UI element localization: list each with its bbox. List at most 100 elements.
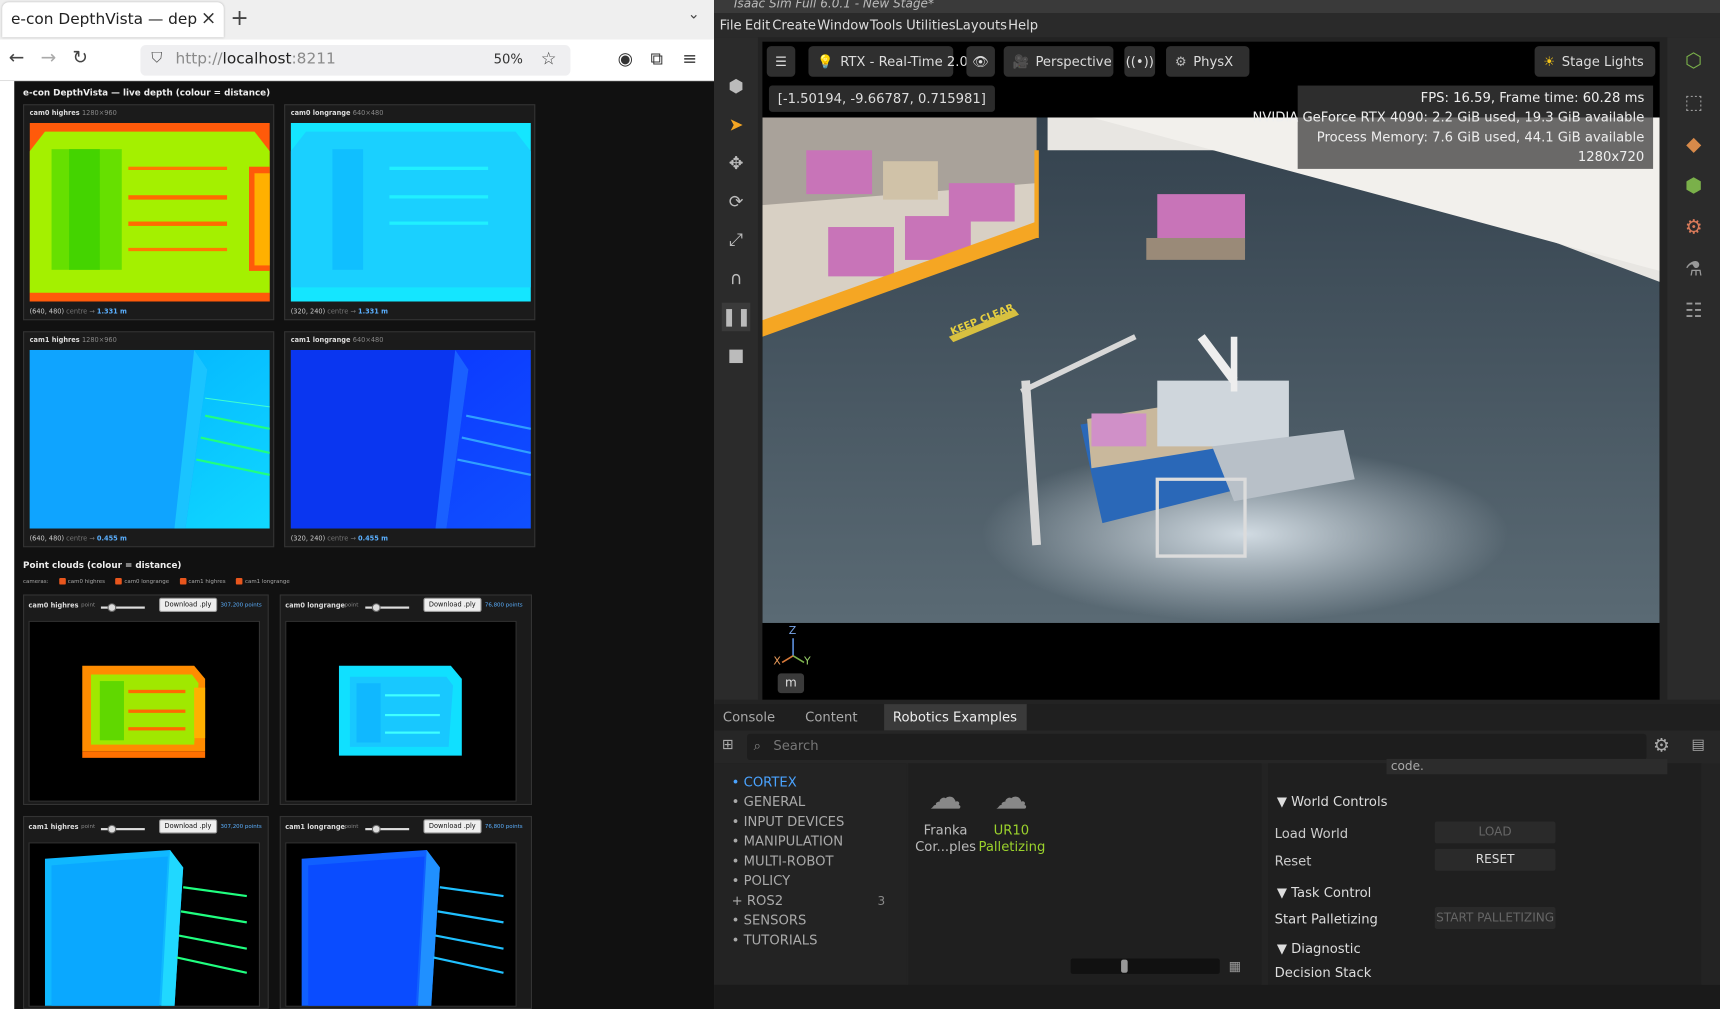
zoom-level[interactable]: 50% bbox=[494, 52, 523, 67]
extensions-icon[interactable]: ⧉ bbox=[650, 48, 663, 70]
menu-create[interactable]: Create bbox=[772, 18, 816, 33]
download-ply-button[interactable]: Download .ply bbox=[423, 819, 482, 834]
search-input[interactable]: ⌕ Search bbox=[747, 733, 1647, 761]
flask-icon[interactable]: ⚗ bbox=[1678, 254, 1709, 285]
pointcloud-view-cam1-highres[interactable] bbox=[28, 842, 260, 1007]
rotate-icon[interactable]: ⟳ bbox=[722, 188, 751, 217]
slider-thumb[interactable] bbox=[1121, 959, 1128, 973]
url-text[interactable]: http://localhost:8211 bbox=[176, 50, 336, 68]
tree-item-ros2[interactable]: + ROS2 bbox=[732, 893, 783, 908]
tab-console[interactable]: Console bbox=[714, 704, 793, 730]
select-mode-icon[interactable]: ⬢ bbox=[722, 72, 751, 101]
cube-icon[interactable]: ⬚ bbox=[1678, 88, 1709, 119]
sliders-icon[interactable]: ☷ bbox=[1678, 296, 1709, 327]
stage-icon[interactable]: ⬡ bbox=[1678, 46, 1709, 77]
eye-icon[interactable]: 👁 bbox=[966, 46, 995, 77]
start-palletizing-button[interactable]: START PALLETIZING bbox=[1434, 907, 1556, 929]
menu-file[interactable]: File bbox=[720, 18, 742, 33]
tree-toggle-icon[interactable]: ⊞ bbox=[722, 737, 734, 753]
menu-tools[interactable]: Tools bbox=[870, 18, 902, 33]
tree-item-input-devices[interactable]: • INPUT DEVICES bbox=[732, 814, 845, 829]
viewport[interactable]: ☰ 💡 RTX - Real-Time 2.0 👁 🎥 Perspective ((… bbox=[762, 41, 1660, 700]
menu-icon[interactable]: ≡ bbox=[682, 48, 697, 69]
camera-button[interactable]: 🎥 Perspective bbox=[1003, 46, 1114, 77]
point-size-slider[interactable] bbox=[365, 824, 410, 834]
pointcloud-view-cam0-longrange[interactable] bbox=[285, 620, 517, 802]
pointcloud-view-cam0-highres[interactable] bbox=[28, 620, 260, 802]
slider-thumb[interactable] bbox=[107, 824, 117, 834]
settings-gear-icon[interactable]: ⚙ bbox=[1678, 213, 1709, 244]
shield-icon[interactable]: ⛉ bbox=[151, 50, 162, 66]
stop-icon[interactable]: ■ bbox=[722, 341, 751, 370]
select-arrow-icon[interactable]: ➤ bbox=[722, 111, 751, 140]
section-world-controls[interactable]: ▼ World Controls bbox=[1277, 794, 1388, 809]
menu-edit[interactable]: Edit bbox=[745, 18, 771, 33]
tree-item-tutorials[interactable]: • TUTORIALS bbox=[732, 932, 818, 947]
tree-item-multi-robot[interactable]: • MULTI-ROBOT bbox=[732, 853, 834, 868]
back-icon[interactable]: ← bbox=[9, 47, 25, 69]
scene-render[interactable]: KEEP CLEAR bbox=[762, 117, 1660, 623]
pause-icon[interactable]: ❚❚ bbox=[721, 302, 751, 332]
depth-card-cam0-longrange: cam0 longrange 640×480 (320, 240) centre… bbox=[284, 104, 536, 321]
tab-content[interactable]: Content bbox=[796, 704, 882, 730]
menu-window[interactable]: Window bbox=[817, 18, 869, 33]
code-textbox[interactable]: code. bbox=[1386, 758, 1668, 775]
checkbox-cam0-highres[interactable] bbox=[58, 577, 66, 585]
account-icon[interactable]: ◉ bbox=[618, 48, 633, 69]
checkbox-cam0-longrange[interactable] bbox=[115, 577, 123, 585]
pc-card-title: cam1 highres bbox=[28, 823, 79, 832]
grid-view-icon[interactable]: ▦ bbox=[1229, 959, 1241, 974]
checkbox-cam1-highres[interactable] bbox=[179, 577, 187, 585]
download-ply-button[interactable]: Download .ply bbox=[423, 597, 482, 612]
tab-robotics-examples[interactable]: Robotics Examples bbox=[884, 704, 1027, 731]
renderer-button[interactable]: 💡 RTX - Real-Time 2.0 bbox=[808, 46, 968, 77]
url-bar[interactable]: ⛉ http://localhost:8211 50% ☆ bbox=[140, 44, 571, 76]
menu-help[interactable]: Help bbox=[1008, 18, 1038, 33]
download-ply-button[interactable]: Download .ply bbox=[159, 597, 217, 612]
checkbox-cam1-longrange[interactable] bbox=[236, 577, 243, 585]
tree-item-policy[interactable]: • POLICY bbox=[732, 873, 790, 888]
point-size-slider[interactable] bbox=[100, 824, 145, 834]
asset-icon[interactable]: ⬢ bbox=[1678, 171, 1709, 202]
thumbnail-size-slider[interactable] bbox=[1070, 958, 1220, 974]
tree-item-cortex[interactable]: • CORTEX bbox=[732, 774, 797, 789]
tree-item-manipulation[interactable]: • MANIPULATION bbox=[732, 834, 843, 849]
audio-icon[interactable]: ((•)) bbox=[1124, 46, 1156, 77]
section-task-control[interactable]: ▼ Task Control bbox=[1277, 885, 1371, 900]
close-tab-icon[interactable]: × bbox=[201, 8, 217, 30]
material-icon[interactable]: ◆ bbox=[1678, 129, 1709, 160]
browser-tab[interactable]: e-con DepthVista — depth v × bbox=[2, 2, 224, 38]
section-diagnostic[interactable]: ▼ Diagnostic bbox=[1277, 941, 1361, 956]
slider-thumb[interactable] bbox=[107, 603, 117, 612]
example-ur10-palletizing[interactable]: ☁ UR10 Palletizing bbox=[978, 779, 1045, 856]
move-icon[interactable]: ✥ bbox=[722, 149, 751, 178]
viewport-settings-icon[interactable]: ☰ bbox=[766, 46, 796, 77]
list-view-icon[interactable]: ▤ bbox=[1691, 737, 1704, 753]
point-size-slider[interactable] bbox=[365, 603, 410, 612]
slider-thumb[interactable] bbox=[371, 603, 381, 612]
chevron-down-icon[interactable]: ⌄ bbox=[688, 7, 700, 23]
forward-icon[interactable]: → bbox=[41, 47, 57, 69]
menu-utilities[interactable]: Utilities bbox=[906, 18, 956, 33]
card-title: cam1 highres 1280×960 bbox=[29, 336, 117, 345]
tree-item-sensors[interactable]: • SENSORS bbox=[732, 912, 807, 927]
check-label: cam1 highres bbox=[188, 578, 226, 586]
reload-icon[interactable]: ↻ bbox=[72, 47, 88, 69]
snap-magnet-icon[interactable]: ∩ bbox=[722, 264, 751, 293]
reset-button[interactable]: RESET bbox=[1434, 848, 1556, 871]
slider-thumb[interactable] bbox=[371, 824, 381, 834]
stage-lights-button[interactable]: ☀ Stage Lights bbox=[1534, 46, 1656, 77]
pointcloud-view-cam1-longrange[interactable] bbox=[285, 842, 517, 1007]
physx-button[interactable]: ⚙ PhysX bbox=[1166, 46, 1250, 77]
bookmark-star-icon[interactable]: ☆ bbox=[541, 48, 557, 69]
scale-icon[interactable]: ⤢ bbox=[722, 226, 751, 255]
gear-icon[interactable]: ⚙ bbox=[1653, 735, 1670, 757]
load-button[interactable]: LOAD bbox=[1434, 821, 1556, 844]
unit-button[interactable]: m bbox=[777, 673, 805, 694]
example-franka-cortex[interactable]: ☁ Franka Cor...ples bbox=[913, 779, 979, 856]
point-size-slider[interactable] bbox=[100, 603, 145, 612]
new-tab-icon[interactable]: + bbox=[230, 4, 248, 30]
menu-layouts[interactable]: Layouts bbox=[955, 18, 1007, 33]
download-ply-button[interactable]: Download .ply bbox=[159, 819, 217, 834]
tree-item-general[interactable]: • GENERAL bbox=[732, 794, 806, 809]
